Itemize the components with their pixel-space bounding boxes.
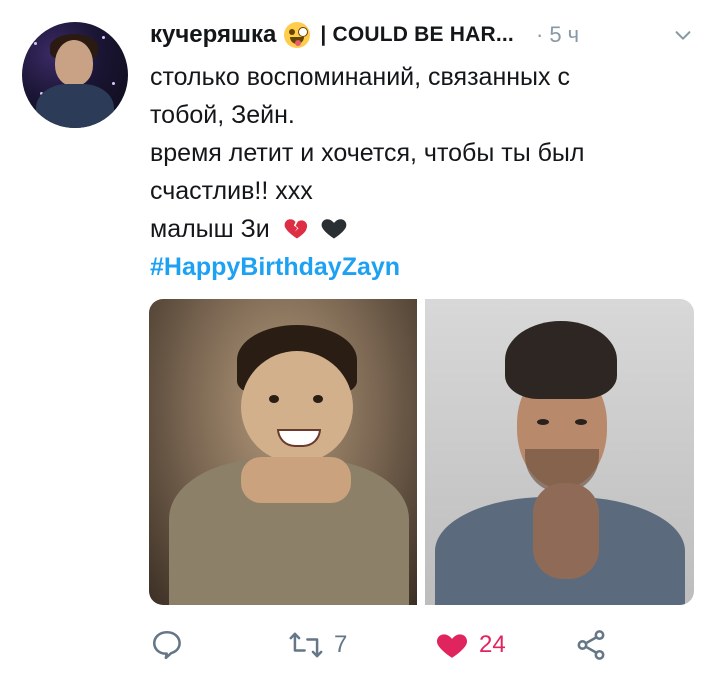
header-separator: ·: [535, 22, 544, 47]
tweet-line: столько воспоминаний, связанных с: [150, 63, 570, 91]
like-count: 24: [479, 631, 506, 658]
share-icon: [577, 630, 605, 660]
tweet-line: малыш Зи: [150, 215, 270, 243]
chevron-down-icon[interactable]: [672, 24, 694, 46]
retweet-count: 7: [334, 631, 348, 658]
reply-button[interactable]: [150, 628, 194, 662]
media-grid: [149, 299, 694, 605]
tweet-header: кучеряшка | COULD BE HAR... · 5 ч: [150, 18, 694, 52]
author-handle[interactable]: | COULD BE HAR...: [320, 23, 514, 47]
black-heart-emoji: [321, 219, 346, 239]
retweet-button[interactable]: 7: [288, 628, 347, 662]
photo-childhood[interactable]: [149, 299, 417, 605]
like-button[interactable]: 24: [435, 628, 506, 662]
tweet-line-with-emojis: малыш Зи: [150, 210, 690, 248]
tweet-timestamp[interactable]: 5 ч: [549, 22, 579, 48]
photo-adult[interactable]: [425, 299, 694, 605]
hashtag-link[interactable]: #HappyBirthdayZayn: [150, 248, 690, 286]
heart-icon: [436, 634, 468, 658]
tweet-line: время летит и хочется, чтобы ты был: [150, 139, 585, 167]
zany-face-emoji: [284, 22, 311, 48]
share-button[interactable]: [574, 628, 608, 662]
broken-heart-emoji: [284, 219, 307, 239]
retweet-icon: [289, 632, 323, 658]
tweet-actions: 7 24: [150, 620, 630, 670]
reply-icon: [152, 630, 181, 660]
tweet-text: столько воспоминаний, связанных с тобой,…: [150, 58, 690, 286]
author-name[interactable]: кучеряшка: [150, 21, 276, 49]
tweet-line: счастлив!! xxx: [150, 177, 313, 205]
author-avatar[interactable]: [22, 22, 128, 128]
tweet-line: тобой, Зейн.: [150, 101, 295, 129]
